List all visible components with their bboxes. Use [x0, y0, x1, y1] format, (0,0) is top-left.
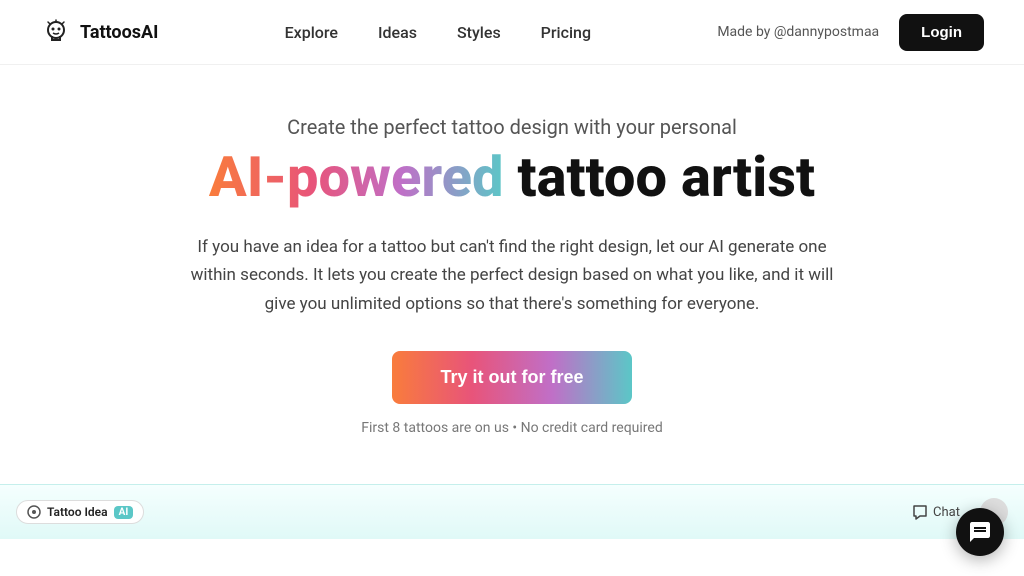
preview-bar: Tattoo Idea AI Chat [16, 498, 1008, 526]
chat-bubble-icon [968, 520, 992, 544]
cta-button[interactable]: Try it out for free [392, 351, 631, 404]
ai-badge: AI [114, 506, 134, 519]
hero-title: AI-powered tattoo artist [209, 147, 815, 209]
preview-chat[interactable]: Chat [912, 504, 960, 520]
nav-link-styles[interactable]: Styles [457, 23, 501, 42]
hero-title-normal: tattoo artist [504, 144, 816, 210]
nav-item-pricing[interactable]: Pricing [541, 23, 591, 42]
login-button[interactable]: Login [899, 14, 984, 51]
tattoo-icon [27, 505, 41, 519]
navbar: TattoosAI Explore Ideas Styles Pricing M… [0, 0, 1024, 65]
nav-links: Explore Ideas Styles Pricing [285, 23, 591, 42]
chat-label: Chat [933, 505, 960, 520]
preview-badge: Tattoo Idea AI [16, 500, 144, 524]
nav-item-explore[interactable]: Explore [285, 23, 338, 42]
logo-icon [40, 16, 72, 48]
hero-subtitle: Create the perfect tattoo design with yo… [287, 115, 737, 139]
hero-title-gradient: AI-powered [209, 144, 504, 210]
app-preview: Tattoo Idea AI Chat [0, 484, 1024, 539]
logo[interactable]: TattoosAI [40, 16, 158, 48]
logo-text: TattoosAI [80, 22, 158, 43]
nav-link-ideas[interactable]: Ideas [378, 23, 417, 42]
nav-link-explore[interactable]: Explore [285, 23, 338, 42]
hero-section: Create the perfect tattoo design with yo… [0, 65, 1024, 484]
nav-link-pricing[interactable]: Pricing [541, 23, 591, 42]
preview-badge-label: Tattoo Idea [47, 505, 108, 519]
chat-icon [912, 504, 928, 520]
made-by-label: Made by @dannypostmaa [717, 24, 879, 40]
nav-item-ideas[interactable]: Ideas [378, 23, 417, 42]
chat-bubble-button[interactable] [956, 508, 1004, 556]
hero-description: If you have an idea for a tattoo but can… [182, 233, 842, 320]
nav-item-styles[interactable]: Styles [457, 23, 501, 42]
cta-fine-print: First 8 tattoos are on us • No credit ca… [361, 420, 662, 436]
nav-right: Made by @dannypostmaa Login [717, 14, 984, 51]
